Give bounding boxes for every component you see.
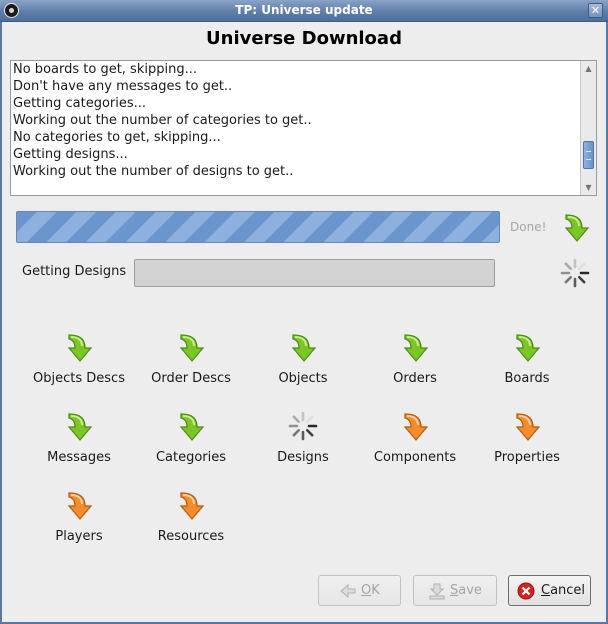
green-down-arrow-icon — [179, 334, 205, 362]
step-components: Components — [350, 410, 480, 470]
ok-label-rest: K — [371, 583, 380, 598]
step-orders: Orders — [350, 331, 480, 391]
cancel-button[interactable]: Cancel — [508, 575, 591, 606]
overall-progress-fill — [17, 212, 499, 242]
overall-status-label: Done! — [510, 220, 547, 234]
step-properties: Properties — [462, 410, 592, 470]
log-line: Getting designs... — [13, 147, 128, 162]
log-scrollbar[interactable]: ▲ ▼ — [580, 61, 596, 195]
log-line: Getting categories... — [13, 96, 147, 111]
log-line: Working out the number of categories to … — [13, 113, 312, 128]
step-label: Messages — [47, 450, 111, 465]
save-label-rest: ave — [458, 583, 482, 598]
log-lines: No boards to get, skipping... Don't have … — [13, 61, 578, 180]
step-order-descs: Order Descs — [126, 331, 256, 391]
green-down-arrow-icon — [67, 334, 93, 362]
scrollbar-thumb[interactable] — [583, 141, 594, 169]
step-categories: Categories — [126, 410, 256, 470]
close-window-button[interactable]: ✕ — [588, 3, 603, 18]
step-designs: Designs — [238, 410, 368, 470]
step-label: Order Descs — [151, 371, 231, 386]
log-textview[interactable]: No boards to get, skipping... Don't have … — [10, 60, 597, 196]
ok-button[interactable]: OK — [318, 575, 401, 606]
ok-button-label: OK — [361, 583, 380, 598]
step-label: Players — [55, 529, 103, 544]
ok-mnemonic: O — [361, 583, 372, 598]
step-label: Properties — [494, 450, 560, 465]
cancel-label-rest: ancel — [550, 583, 586, 598]
scroll-up-arrow-icon[interactable]: ▲ — [582, 62, 595, 75]
step-label: Objects — [278, 371, 328, 386]
step-label: Designs — [277, 450, 329, 465]
orange-down-arrow-icon — [515, 413, 541, 441]
green-down-arrow-icon — [564, 214, 590, 242]
step-players: Players — [14, 489, 144, 549]
save-button-label: Save — [450, 583, 482, 598]
cancel-circle-icon — [517, 582, 535, 600]
save-button[interactable]: Save — [413, 575, 497, 606]
green-down-arrow-icon — [291, 334, 317, 362]
green-down-arrow-icon — [403, 334, 429, 362]
green-down-arrow-icon — [179, 413, 205, 441]
green-down-arrow-icon — [67, 413, 93, 441]
step-objects: Objects — [238, 331, 368, 391]
log-line: No categories to get, skipping... — [13, 130, 221, 145]
step-resources: Resources — [126, 489, 256, 549]
step-label: Orders — [393, 371, 437, 386]
dialog-heading: Universe Download — [206, 28, 402, 49]
save-download-icon — [429, 583, 445, 600]
loading-spinner-icon — [288, 411, 318, 441]
log-line: Working out the number of designs to get… — [13, 164, 294, 179]
step-boards: Boards — [462, 331, 592, 391]
orange-down-arrow-icon — [179, 492, 205, 520]
scroll-down-arrow-icon[interactable]: ▼ — [582, 181, 595, 194]
overall-progress-bar — [16, 211, 500, 243]
log-line: No boards to get, skipping... — [13, 62, 197, 77]
current-step-progress-bar — [134, 259, 495, 287]
window-frame-left — [0, 22, 2, 624]
step-label: Components — [373, 450, 457, 465]
cancel-mnemonic: C — [541, 583, 551, 598]
window-titlebar[interactable]: TP: Universe update ✕ — [0, 0, 608, 22]
log-line: Don't have any messages to get.. — [13, 79, 233, 94]
window-title: TP: Universe update — [235, 3, 373, 17]
step-label: Categories — [155, 450, 227, 465]
ok-arrow-icon — [340, 583, 356, 599]
orange-down-arrow-icon — [403, 413, 429, 441]
step-objects-descs: Objects Descs — [14, 331, 144, 391]
step-messages: Messages — [14, 410, 144, 470]
step-label: Objects Descs — [33, 371, 125, 386]
cancel-button-label: Cancel — [541, 583, 585, 598]
step-label: Boards — [504, 371, 550, 386]
current-step-label: Getting Designs — [22, 264, 127, 279]
orange-down-arrow-icon — [67, 492, 93, 520]
green-down-arrow-icon — [515, 334, 541, 362]
loading-spinner-icon — [560, 258, 590, 288]
step-label: Resources — [157, 529, 225, 544]
